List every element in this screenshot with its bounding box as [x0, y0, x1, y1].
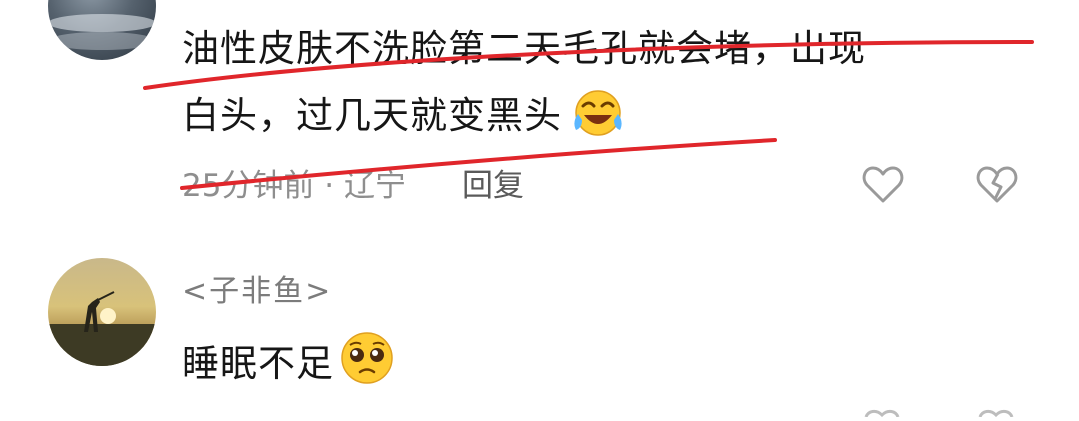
heart-outline-icon[interactable]: [862, 402, 902, 418]
comment-text: 白头，过几天就变黑头: [182, 94, 562, 137]
avatar[interactable]: [48, 0, 156, 60]
username[interactable]: <子非鱼>: [182, 266, 332, 310]
time-location: 25分钟前 · 辽宁: [182, 168, 407, 204]
comment-text-line: 白头，过几天就变黑头: [182, 88, 626, 153]
comment-text: 睡眠不足: [182, 342, 334, 385]
broken-heart-icon[interactable]: [974, 162, 1020, 208]
reply-button[interactable]: 回复: [462, 168, 524, 204]
heart-outline-icon[interactable]: [860, 162, 906, 208]
avatar[interactable]: [48, 258, 156, 366]
pleading-face-emoji-icon: [338, 330, 396, 401]
comment-meta: 25分钟前 · 辽宁 回复: [182, 160, 524, 205]
laughing-crying-emoji-icon: [566, 88, 626, 153]
comment-text-line: 睡眠不足: [182, 330, 396, 401]
comment-text-line: 油性皮肤不洗脸第二天毛孔就会堵，出现: [182, 27, 866, 70]
broken-heart-icon[interactable]: [976, 402, 1016, 418]
